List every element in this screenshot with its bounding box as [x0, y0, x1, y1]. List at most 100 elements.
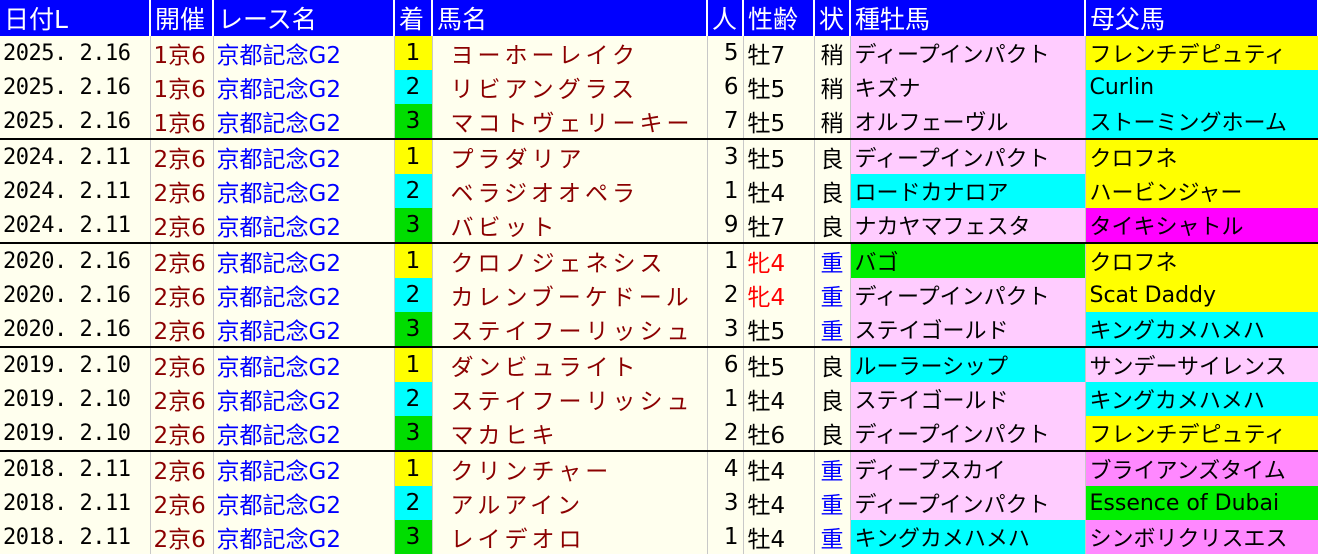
cell-horse: クリンチャー	[432, 450, 708, 486]
header-sire[interactable]: 種牡馬	[850, 0, 1086, 36]
cell-cond: 重	[814, 278, 851, 312]
cell-rank: 2	[394, 382, 433, 416]
header-rank[interactable]: 着	[394, 0, 433, 36]
table-row: 2018. 2.11 2京6 京都記念G2 3 レイデオロ 1 牡4 重キングカメハメハ シンボ…	[0, 520, 1318, 554]
cell-date: 2018. 2.11	[0, 520, 151, 554]
cell-kai: 2京6	[150, 450, 214, 486]
table-row: 2025. 2.16 1京6 京都記念G2 3 マコトヴェリーキー 7 牡5 稍オルフェーヴル…	[0, 104, 1318, 139]
cell-pop: 4	[707, 450, 744, 486]
cell-rank: 3	[394, 312, 433, 347]
header-date[interactable]: 日付L	[0, 0, 151, 36]
cell-cond: 稍	[814, 36, 851, 70]
cell-sexage: 牡5	[743, 346, 815, 382]
cell-horse: プラダリア	[432, 138, 708, 174]
cell-pop: 1	[707, 520, 744, 554]
cell-rank: 1	[394, 242, 433, 278]
cell-sire: ディープインパクト	[850, 278, 1086, 312]
cell-sire: オルフェーヴル	[850, 104, 1086, 139]
cell-dam: ハービンジャー	[1085, 174, 1318, 208]
cell-rank: 1	[394, 346, 433, 382]
cell-race: 京都記念G2	[213, 70, 395, 104]
cell-kai: 1京6	[150, 36, 214, 70]
cell-sire: ロードカナロア	[850, 174, 1086, 208]
cell-dam: フレンチデピュティ	[1085, 36, 1318, 70]
cell-pop: 6	[707, 346, 744, 382]
cell-horse: ダンビュライト	[432, 346, 708, 382]
cell-date: 2019. 2.10	[0, 416, 151, 451]
table-row: 2025. 2.16 1京6 京都記念G2 1 ヨーホーレイク 5 牡7 稍ディープインパクト…	[0, 36, 1318, 70]
cell-sire: バゴ	[850, 242, 1086, 278]
cell-date: 2024. 2.11	[0, 174, 151, 208]
cell-pop: 5	[707, 36, 744, 70]
cell-race: 京都記念G2	[213, 138, 395, 174]
cell-cond: 稍	[814, 70, 851, 104]
cell-kai: 2京6	[150, 416, 214, 451]
cell-horse: アルアイン	[432, 486, 708, 520]
cell-sire: ディープスカイ	[850, 450, 1086, 486]
cell-date: 2018. 2.11	[0, 486, 151, 520]
header-pop[interactable]: 人	[707, 0, 744, 36]
header-kai[interactable]: 開催	[150, 0, 214, 36]
cell-sexage: 牡5	[743, 138, 815, 174]
cell-rank: 1	[394, 36, 433, 70]
cell-kai: 2京6	[150, 312, 214, 347]
cell-race: 京都記念G2	[213, 208, 395, 243]
cell-kai: 2京6	[150, 242, 214, 278]
header-race[interactable]: レース名	[213, 0, 395, 36]
cell-cond: 良	[814, 416, 851, 451]
cell-sire: ルーラーシップ	[850, 346, 1086, 382]
cell-sexage: 牡5	[743, 104, 815, 139]
table-row: 2019. 2.10 2京6 京都記念G2 2 ステイフーリッシュ 1 牡4 良ステイゴールド…	[0, 382, 1318, 416]
cell-dam: シンボリクリスエス	[1085, 520, 1318, 554]
cell-sexage: 牡5	[743, 312, 815, 347]
cell-rank: 3	[394, 104, 433, 139]
cell-pop: 7	[707, 104, 744, 139]
cell-date: 2025. 2.16	[0, 70, 151, 104]
cell-dam: Scat Daddy	[1085, 278, 1318, 312]
cell-kai: 2京6	[150, 278, 214, 312]
cell-sexage: 牡5	[743, 70, 815, 104]
table-row: 2024. 2.11 2京6 京都記念G2 3 バビット 9 牡7 良ナカヤマフェスタ タイキシ…	[0, 208, 1318, 243]
header-sexage[interactable]: 性齢	[743, 0, 815, 36]
cell-pop: 3	[707, 486, 744, 520]
cell-horse: レイデオロ	[432, 520, 708, 554]
cell-sexage: 牡4	[743, 450, 815, 486]
cell-pop: 3	[707, 312, 744, 347]
table-row: 2019. 2.10 2京6 京都記念G2 1 ダンビュライト 6 牡5 良ルーラーシップ サン…	[0, 346, 1318, 382]
table-row: 2024. 2.11 2京6 京都記念G2 2 ベラジオオペラ 1 牡4 良ロードカナロア ハー…	[0, 174, 1318, 208]
cell-horse: ステイフーリッシュ	[432, 312, 708, 347]
cell-pop: 1	[707, 242, 744, 278]
table-row: 2020. 2.16 2京6 京都記念G2 3 ステイフーリッシュ 3 牡5 重ステイゴールド…	[0, 312, 1318, 347]
cell-race: 京都記念G2	[213, 312, 395, 347]
cell-sire: ディープインパクト	[850, 138, 1086, 174]
cell-cond: 良	[814, 208, 851, 243]
cell-rank: 2	[394, 70, 433, 104]
cell-race: 京都記念G2	[213, 450, 395, 486]
cell-sire: キズナ	[850, 70, 1086, 104]
cell-date: 2020. 2.16	[0, 312, 151, 347]
cell-dam: クロフネ	[1085, 138, 1318, 174]
header-dam[interactable]: 母父馬	[1085, 0, 1318, 36]
cell-dam: クロフネ	[1085, 242, 1318, 278]
cell-horse: クロノジェネシス	[432, 242, 708, 278]
cell-rank: 3	[394, 520, 433, 554]
cell-sexage: 牡7	[743, 36, 815, 70]
cell-sexage: 牡6	[743, 416, 815, 451]
cell-sire: キングカメハメハ	[850, 520, 1086, 554]
cell-sexage: 牝4	[743, 278, 815, 312]
cell-sire: ディープインパクト	[850, 486, 1086, 520]
cell-kai: 2京6	[150, 208, 214, 243]
cell-dam: Essence of Dubai	[1085, 486, 1318, 520]
cell-pop: 2	[707, 416, 744, 451]
cell-race: 京都記念G2	[213, 416, 395, 451]
header-horse[interactable]: 馬名	[432, 0, 708, 36]
cell-date: 2020. 2.16	[0, 278, 151, 312]
cell-cond: 重	[814, 450, 851, 486]
cell-date: 2018. 2.11	[0, 450, 151, 486]
cell-kai: 2京6	[150, 520, 214, 554]
cell-cond: 良	[814, 346, 851, 382]
cell-race: 京都記念G2	[213, 104, 395, 139]
header-cond[interactable]: 状	[814, 0, 851, 36]
cell-rank: 3	[394, 416, 433, 451]
cell-horse: マカヒキ	[432, 416, 708, 451]
